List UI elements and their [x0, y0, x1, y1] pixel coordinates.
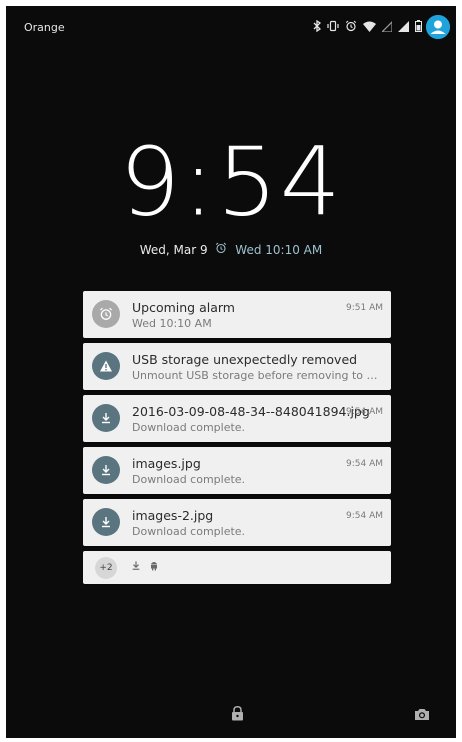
- download-icon: [92, 404, 120, 432]
- notification-time: 9:54 AM: [346, 511, 383, 521]
- vibrate-icon: [327, 19, 339, 35]
- download-icon: [92, 456, 120, 484]
- cell-signal-icon: [398, 19, 409, 35]
- profile-avatar-icon[interactable]: [426, 15, 450, 39]
- notification-download-2[interactable]: images.jpg Download complete. 9:54 AM: [83, 447, 391, 494]
- notification-download-1[interactable]: 2016-03-09-08-48-34--848041894.jpg Downl…: [83, 395, 391, 442]
- bluetooth-icon: [313, 19, 322, 35]
- lock-icon[interactable]: [231, 706, 244, 725]
- notification-time: 9:54 AM: [346, 407, 383, 417]
- date-label: Wed, Mar 9: [139, 243, 208, 257]
- download-icon: [131, 560, 141, 574]
- carrier-name: Orange: [24, 21, 65, 34]
- notification-title: Upcoming alarm: [132, 300, 235, 315]
- signal-icon: [380, 19, 393, 35]
- alarm-clock-icon: [215, 242, 227, 257]
- notification-text: Unmount USB storage before removing to a…: [132, 369, 378, 382]
- overflow-count: +2: [95, 557, 117, 579]
- battery-icon: [415, 19, 422, 35]
- status-icons: [313, 19, 422, 35]
- notification-overflow[interactable]: +2: [83, 551, 391, 584]
- notification-title: USB storage unexpectedly removed: [132, 352, 358, 367]
- download-icon: [92, 508, 120, 536]
- notification-title: 2016-03-09-08-48-34--848041894.jpg: [132, 404, 370, 419]
- alarm-clock-icon: [92, 300, 120, 328]
- notification-time: 9:54 AM: [346, 459, 383, 469]
- notification-time: 9:51 AM: [346, 303, 383, 313]
- notification-text: Download complete.: [132, 525, 246, 538]
- clock-time: 9:54: [119, 127, 343, 237]
- notification-title: images-2.jpg: [132, 508, 214, 523]
- date-row: Wed, Mar 9 Wed 10:10 AM: [6, 242, 456, 257]
- notification-title: images.jpg: [132, 456, 201, 471]
- notification-usb-removed[interactable]: USB storage unexpectedly removed Unmount…: [83, 343, 391, 390]
- notification-text: Wed 10:10 AM: [132, 317, 212, 330]
- wifi-icon: [363, 19, 376, 35]
- warning-icon: [92, 352, 120, 380]
- next-alarm-label: Wed 10:10 AM: [235, 243, 323, 257]
- notification-list: Upcoming alarm Wed 10:10 AM 9:51 AM USB …: [83, 291, 391, 584]
- notification-text: Download complete.: [132, 473, 246, 486]
- lock-screen: Orange 9:54 Wed, Mar 9 Wed 10:10 AM Upco…: [6, 6, 456, 738]
- alarm-icon: [345, 19, 357, 35]
- android-icon: [149, 560, 159, 574]
- camera-icon[interactable]: [414, 706, 430, 725]
- notification-upcoming-alarm[interactable]: Upcoming alarm Wed 10:10 AM 9:51 AM: [83, 291, 391, 338]
- notification-download-3[interactable]: images-2.jpg Download complete. 9:54 AM: [83, 499, 391, 546]
- notification-text: Download complete.: [132, 421, 246, 434]
